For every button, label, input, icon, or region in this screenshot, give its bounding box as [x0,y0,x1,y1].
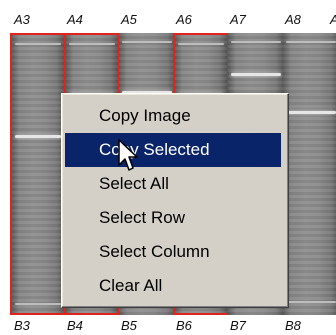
lane-label-a9-partial: A [330,12,336,28]
menu-item-copy-image[interactable]: Copy Image [65,99,281,133]
lane-label-b5: B5 [121,318,137,333]
context-menu: Copy Image Copy Selected Select All Sele… [61,93,289,308]
lane-label-a3: A3 [14,12,30,27]
lane-label-a4: A4 [67,12,83,27]
lane-label-b6: B6 [176,318,192,333]
menu-item-copy-selected[interactable]: Copy Selected [65,133,281,167]
lane-label-b4: B4 [67,318,83,333]
menu-item-select-row[interactable]: Select Row [65,201,281,235]
lane-label-a8: A8 [285,12,301,27]
lane-label-a7: A7 [230,12,246,27]
lane-label-b7: B7 [230,318,246,333]
lane-label-b3: B3 [14,318,30,333]
menu-item-select-all[interactable]: Select All [65,167,281,201]
menu-item-clear-all[interactable]: Clear All [65,269,281,303]
gel-lane-a3[interactable] [10,33,66,315]
lane-label-a5: A5 [121,12,137,27]
lane-label-a6: A6 [176,12,192,27]
menu-item-select-column[interactable]: Select Column [65,235,281,269]
lane-label-b8: B8 [285,318,301,333]
gel-image-viewer: A3 A4 A5 A6 A7 A8 A B3 B4 B5 B6 B7 B8 [0,0,336,335]
gel-lane-a8[interactable] [283,33,336,315]
